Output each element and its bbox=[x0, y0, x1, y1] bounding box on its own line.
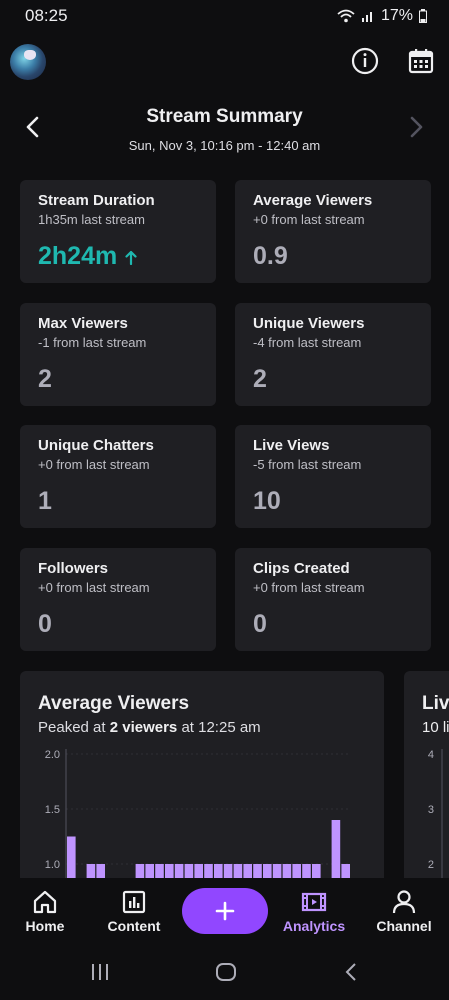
summary-header: Stream Summary Sun, Nov 3, 10:16 pm - 12… bbox=[0, 100, 449, 160]
nav-analytics[interactable]: Analytics bbox=[269, 888, 359, 934]
y-tick-label: 1.0 bbox=[45, 859, 60, 871]
nav-content-label: Content bbox=[107, 918, 161, 934]
stat-card-unique-viewers: Unique Viewers -4 from last stream 2 bbox=[235, 303, 431, 406]
live-views-chart-card[interactable]: Live Views 10 live views 432 bbox=[404, 671, 449, 901]
stat-value: 2 bbox=[253, 365, 267, 393]
avatar[interactable] bbox=[10, 44, 46, 80]
nav-content[interactable]: Content bbox=[89, 888, 179, 934]
nav-channel-label: Channel bbox=[376, 918, 432, 934]
stat-value: 2h24m bbox=[38, 242, 137, 271]
nav-channel[interactable]: Channel bbox=[359, 888, 449, 934]
stat-value: 0.9 bbox=[253, 242, 288, 270]
nav-analytics-label: Analytics bbox=[282, 918, 346, 934]
stat-value: 2 bbox=[38, 365, 52, 393]
stat-title: Clips Created bbox=[253, 560, 350, 577]
y-tick-label: 2.0 bbox=[45, 749, 60, 761]
stat-value: 0 bbox=[253, 610, 267, 638]
stat-title: Average Viewers bbox=[253, 192, 373, 209]
stat-title: Unique Chatters bbox=[38, 437, 154, 454]
stat-title: Stream Duration bbox=[38, 192, 155, 209]
calendar-icon[interactable] bbox=[406, 46, 436, 76]
y-tick-label: 4 bbox=[428, 749, 434, 761]
stat-comparison: +0 from last stream bbox=[253, 580, 365, 595]
stat-value: 10 bbox=[253, 487, 281, 515]
home-system-icon[interactable] bbox=[214, 960, 238, 984]
page-title: Stream Summary bbox=[146, 106, 303, 127]
stat-comparison: +0 from last stream bbox=[253, 212, 365, 227]
person-icon bbox=[392, 890, 416, 914]
status-icons: 17% bbox=[337, 7, 427, 25]
bottom-navigation: Home Content Analytics Channel bbox=[0, 878, 449, 946]
create-button[interactable] bbox=[182, 888, 268, 934]
stat-card-clips-created: Clips Created +0 from last stream 0 bbox=[235, 548, 431, 651]
stat-value: 1 bbox=[38, 487, 52, 515]
system-navigation-bar bbox=[0, 946, 449, 1000]
stat-comparison: +0 from last stream bbox=[38, 457, 150, 472]
stat-title: Max Viewers bbox=[38, 315, 128, 332]
stat-card-unique-chatters: Unique Chatters +0 from last stream 1 bbox=[20, 425, 216, 528]
arrow-up-icon bbox=[125, 251, 137, 266]
stat-comparison: +0 from last stream bbox=[38, 580, 150, 595]
stat-title: Followers bbox=[38, 560, 109, 577]
wifi-icon bbox=[337, 9, 355, 23]
y-tick-label: 2 bbox=[428, 859, 434, 871]
clock: 08:25 bbox=[25, 6, 68, 25]
battery-icon bbox=[419, 9, 427, 23]
status-bar: 08:25 17% bbox=[0, 0, 449, 32]
y-tick-label: 3 bbox=[428, 804, 434, 816]
signal-icon bbox=[361, 12, 372, 22]
stat-comparison: 1h35m last stream bbox=[38, 212, 145, 227]
stat-value-text: 2h24m bbox=[38, 242, 118, 270]
stat-value: 0 bbox=[38, 610, 52, 638]
stat-card-followers: Followers +0 from last stream 0 bbox=[20, 548, 216, 651]
y-tick-label: 1.5 bbox=[45, 804, 60, 816]
average-viewers-bar-chart: 2.0 1.5 1.0 bbox=[45, 749, 350, 901]
info-icon[interactable] bbox=[350, 46, 380, 76]
stat-comparison: -5 from last stream bbox=[253, 457, 362, 472]
recent-apps-icon[interactable] bbox=[88, 960, 112, 984]
top-bar bbox=[0, 40, 449, 86]
average-viewers-chart-card[interactable]: Average Viewers Peaked at 2 viewers at 1… bbox=[20, 671, 384, 901]
stat-title: Live Views bbox=[253, 437, 330, 454]
battery-percent: 17% bbox=[380, 7, 413, 24]
nav-home[interactable]: Home bbox=[0, 888, 90, 934]
analytics-icon bbox=[301, 892, 327, 912]
stat-comparison: -4 from last stream bbox=[253, 335, 362, 350]
stat-card-live-views: Live Views -5 from last stream 10 bbox=[235, 425, 431, 528]
stream-time-range: Sun, Nov 3, 10:16 pm - 12:40 am bbox=[128, 138, 321, 153]
stat-card-stream-duration: Stream Duration 1h35m last stream 2h24m bbox=[20, 180, 216, 283]
plus-icon bbox=[215, 901, 235, 921]
home-icon bbox=[33, 890, 57, 914]
content-icon bbox=[122, 890, 146, 914]
live-views-chart: 4 3 2 bbox=[428, 749, 443, 901]
stat-title: Unique Viewers bbox=[253, 315, 365, 332]
back-system-icon[interactable] bbox=[340, 960, 364, 984]
stat-card-average-viewers: Average Viewers +0 from last stream 0.9 bbox=[235, 180, 431, 283]
stat-card-max-viewers: Max Viewers -1 from last stream 2 bbox=[20, 303, 216, 406]
chevron-right-icon[interactable] bbox=[405, 114, 427, 140]
stat-comparison: -1 from last stream bbox=[38, 335, 147, 350]
nav-home-label: Home bbox=[25, 918, 65, 934]
